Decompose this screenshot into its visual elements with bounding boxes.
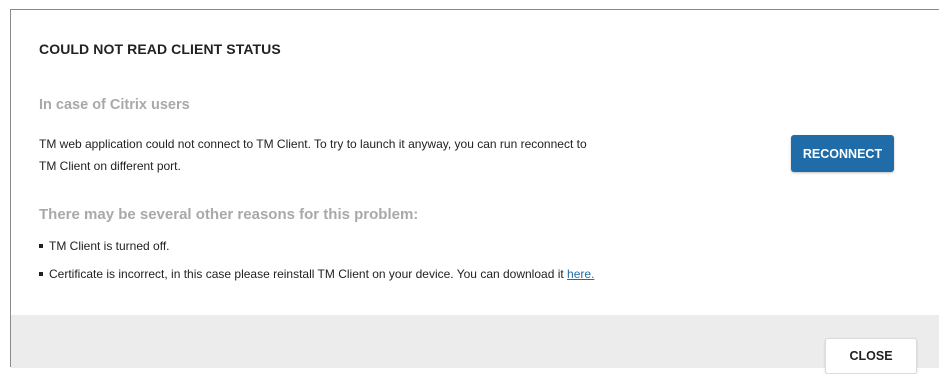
dialog-footer: CLOSE [11,315,939,374]
bullet-icon [39,271,43,276]
reason-text: TM Client is turned off. [49,239,170,253]
bullet-icon [39,243,43,248]
list-item: Certificate is incorrect, in this case p… [39,263,594,285]
citrix-heading: In case of Citrix users [39,97,190,113]
dialog-title: COULD NOT READ CLIENT STATUS [39,41,281,57]
citrix-description: TM web application could not connect to … [39,133,659,177]
list-item: TM Client is turned off. [39,235,594,257]
citrix-description-line-1: TM web application could not connect to … [39,137,587,151]
reasons-list: TM Client is turned off. Certificate is … [39,235,594,291]
client-status-dialog: COULD NOT READ CLIENT STATUS In case of … [10,9,939,374]
download-link[interactable]: here. [567,267,594,281]
close-button[interactable]: CLOSE [825,338,917,374]
reconnect-button[interactable]: RECONNECT [791,135,894,172]
citrix-description-line-2: TM Client on different port. [39,159,181,173]
reasons-heading: There may be several other reasons for t… [39,206,419,223]
dialog-body: COULD NOT READ CLIENT STATUS In case of … [11,10,939,315]
reason-text: Certificate is incorrect, in this case p… [49,267,568,281]
